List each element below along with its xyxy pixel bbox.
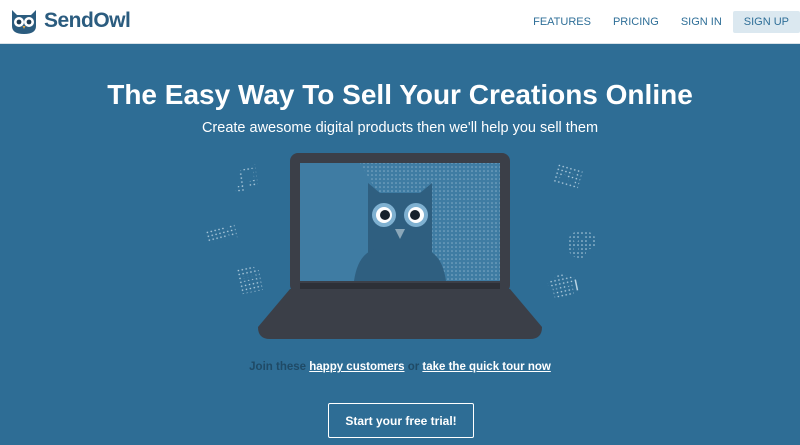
hero-title: The Easy Way To Sell Your Creations Onli…	[107, 79, 693, 110]
music-icon	[235, 164, 258, 193]
hero-illustration	[205, 153, 596, 339]
nav-sign-in[interactable]: SIGN IN	[670, 11, 733, 33]
hero-subtitle: Create awesome digital products then we'…	[201, 120, 599, 136]
brand-logo[interactable]: SendOwl	[8, 6, 131, 36]
main-nav: FEATURES PRICING SIGN IN SIGN UP	[522, 0, 800, 44]
brand-name: SendOwl	[44, 9, 131, 32]
image-icon	[552, 163, 583, 189]
top-navigation-bar: SendOwl FEATURES PRICING SIGN IN SIGN UP	[0, 0, 800, 44]
cta-or-text: or	[407, 361, 420, 373]
cta-prefix-text: Join these	[249, 361, 307, 373]
owl-logo-icon	[12, 10, 36, 34]
customers-tour-line: Join these happy customers or take the q…	[0, 361, 800, 373]
nav-pricing[interactable]: PRICING	[602, 11, 670, 33]
nav-features[interactable]: FEATURES	[522, 11, 602, 33]
video-camera-icon	[205, 222, 238, 244]
nav-sign-up-button[interactable]: SIGN UP	[732, 11, 800, 33]
hero-section: The Easy Way To Sell Your Creations Onli…	[0, 45, 800, 445]
mortarboard-icon	[545, 273, 579, 299]
start-free-trial-button[interactable]: Start your free trial!	[328, 403, 474, 438]
quick-tour-link[interactable]: take the quick tour now	[422, 361, 550, 373]
palette-icon	[568, 231, 596, 258]
document-icon	[236, 265, 263, 295]
happy-customers-link[interactable]: happy customers	[309, 361, 404, 373]
